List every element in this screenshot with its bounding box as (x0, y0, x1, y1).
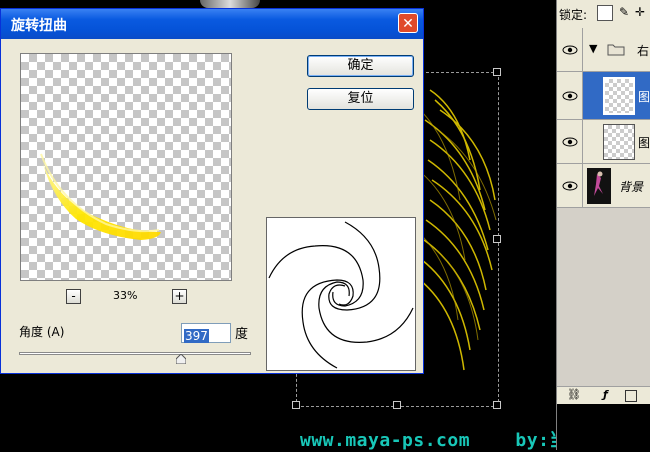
layers-panel-footer: ⛓ ƒ (557, 386, 650, 405)
layer-thumbnail (603, 77, 635, 115)
lock-position-icon[interactable]: ✛ (633, 5, 647, 19)
close-icon: ✕ (402, 16, 414, 32)
dialog-title: 旋转扭曲 (11, 18, 67, 34)
layer-name: 图 (638, 136, 650, 150)
layer-name: 背景 (619, 180, 644, 194)
visibility-eye-icon[interactable] (557, 72, 583, 119)
lock-label: 锁定: (559, 8, 588, 22)
transform-handle-bottom[interactable] (393, 401, 401, 409)
layer-row[interactable]: 图 (557, 120, 650, 164)
dialog-title-bar[interactable]: 旋转扭曲 ✕ (1, 9, 423, 39)
visibility-eye-icon[interactable] (557, 28, 583, 71)
angle-value: 397 (184, 329, 209, 343)
layer-thumbnail-figure (587, 168, 611, 204)
panel-below-area (557, 404, 650, 450)
angle-unit: 度 (235, 327, 249, 342)
reset-button[interactable]: 复位 (307, 88, 414, 110)
layer-row-selected[interactable]: 图 (557, 72, 650, 120)
angle-input[interactable]: 397 (181, 323, 231, 343)
zoom-level: 33% (113, 289, 138, 302)
expand-triangle-icon[interactable]: ▼ (589, 42, 597, 55)
layer-name: 图 (638, 90, 650, 104)
layer-thumbnail (603, 124, 635, 160)
link-layers-icon[interactable]: ⛓ (567, 388, 581, 401)
angle-slider[interactable] (19, 352, 251, 355)
canvas-image-fragment (200, 0, 260, 8)
lock-row: 锁定: ✎ ✛ (557, 0, 650, 29)
layer-style-icon[interactable]: ƒ (603, 388, 608, 401)
filter-preview[interactable] (20, 53, 232, 281)
twirl-dialog: 旋转扭曲 ✕ 确定 复位 - 33% + 角度 (A) 397 度 (0, 8, 424, 374)
transform-handle-right[interactable] (493, 235, 501, 243)
close-button[interactable]: ✕ (398, 13, 418, 33)
watermark-text: www.maya-ps.com by:当墨 (300, 430, 587, 451)
layer-name: 右 (637, 44, 650, 58)
ok-button[interactable]: 确定 (307, 55, 414, 77)
zoom-in-button[interactable]: + (172, 289, 187, 304)
visibility-eye-icon[interactable] (557, 120, 583, 163)
preview-yellow-streak (40, 153, 161, 240)
visibility-eye-icon[interactable] (557, 164, 583, 207)
lock-transparency-icon[interactable] (597, 5, 613, 21)
swirl-icon (268, 221, 414, 369)
layers-panel: 锁定: ✎ ✛ ▼ 右 图 图 背景 ⛓ ƒ (556, 0, 650, 450)
zoom-out-button[interactable]: - (66, 289, 81, 304)
angle-label: 角度 (A) (19, 325, 65, 339)
layer-row-group[interactable]: ▼ 右 (557, 28, 650, 72)
transform-handle-top-right[interactable] (493, 68, 501, 76)
transform-handle-bottom-right[interactable] (493, 401, 501, 409)
angle-slider-thumb[interactable] (176, 354, 186, 364)
transform-handle-bottom-left[interactable] (292, 401, 300, 409)
lock-paint-icon[interactable]: ✎ (617, 5, 631, 19)
folder-icon (607, 44, 625, 56)
layer-row-background[interactable]: 背景 (557, 164, 650, 208)
twirl-diagram (266, 217, 416, 371)
layer-mask-icon[interactable] (625, 390, 637, 402)
